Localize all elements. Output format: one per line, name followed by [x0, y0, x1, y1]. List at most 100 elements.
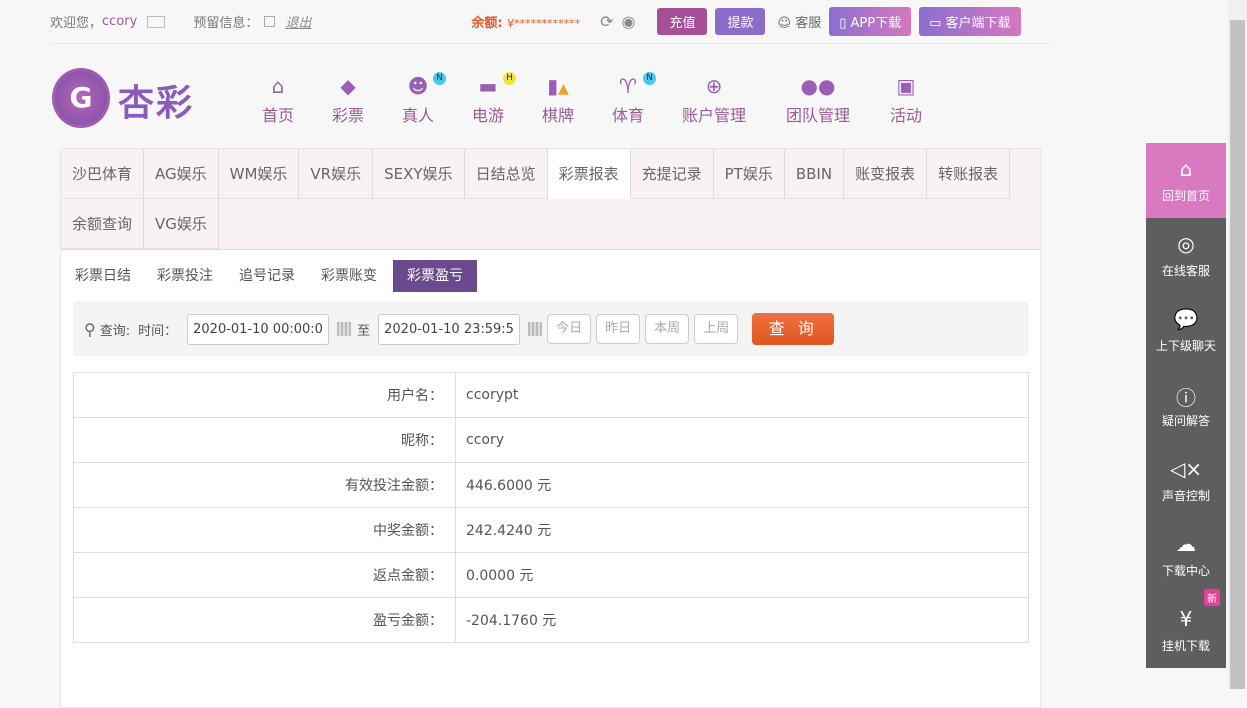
side-online-service[interactable]: ◎ 在线客服 [1146, 218, 1226, 293]
side-chat[interactable]: 💬 上下级聊天 [1146, 293, 1226, 368]
side-faq[interactable]: ⓘ 疑问解答 [1146, 368, 1226, 443]
scrollbar-thumb[interactable] [1230, 20, 1245, 689]
cloud-download-icon: ☁ [1176, 532, 1196, 556]
nav-chess[interactable]: ▮▲ 棋牌 [542, 74, 574, 126]
tab-wm[interactable]: WM娱乐 [218, 149, 300, 199]
start-time-input[interactable] [187, 313, 330, 345]
new-badge: N [643, 72, 657, 85]
profit-loss-table: 用户名： ccorypt 昵称： ccory 有效投注金额： 446.6000 元 中… [73, 372, 1029, 643]
tab-vr[interactable]: VR娱乐 [299, 149, 374, 199]
nav-egame[interactable]: ▬ H 电游 [472, 72, 517, 126]
top-bar: 欢迎您， ccory 预留信息： 退出 余额: ¥************ ⟳ … [50, 0, 1050, 44]
logout-link[interactable]: 退出 [285, 12, 311, 31]
subtab-bets[interactable]: 彩票投注 [147, 260, 223, 292]
withdraw-button[interactable]: 提款 [715, 8, 766, 35]
side-label: 挂机下载 [1161, 639, 1210, 653]
subtab-daily[interactable]: 彩票日结 [65, 260, 141, 292]
today-button[interactable]: 今日 [547, 314, 592, 344]
client-download-label: 客户端下载 [945, 16, 1011, 31]
table-row: 中奖金额： 242.4240 元 [73, 507, 1029, 553]
headset-24-icon: ◎ [1177, 232, 1195, 256]
table-row: 盈亏金额： -204.1760 元 [73, 597, 1029, 643]
balance: 余额: ¥************ [471, 12, 580, 31]
nav-live[interactable]: ☻ N 真人 [402, 72, 447, 126]
query-submit-button[interactable]: 查 询 [752, 313, 835, 345]
scrollbar[interactable] [1228, 0, 1247, 689]
tab-ag[interactable]: AG娱乐 [144, 149, 219, 199]
side-label: 下载中心 [1161, 564, 1210, 578]
nav-sports[interactable]: ♈ N 体育 [612, 72, 657, 126]
logo-emblem[interactable]: G [52, 68, 110, 128]
client-download-button[interactable]: ▭ 客户端下载 [919, 7, 1021, 36]
row-label: 有效投注金额： [73, 462, 456, 508]
row-label: 盈亏金额： [73, 597, 456, 643]
tab-deposit-withdraw[interactable]: 充提记录 [630, 149, 714, 199]
tab-saba-sports[interactable]: 沙巴体育 [61, 149, 145, 199]
row-label: 中奖金额： [73, 507, 456, 553]
balance-label: 余额: [471, 16, 503, 31]
team-icon: ●● [800, 74, 836, 98]
mute-icon: ◁× [1169, 457, 1203, 481]
gamepad-icon: ▬ H [472, 72, 517, 98]
eye-icon[interactable]: ◉ [621, 12, 635, 31]
recharge-button[interactable]: 充值 [657, 8, 708, 35]
nav-label: 彩票 [332, 106, 365, 125]
edit-icon[interactable] [264, 16, 276, 27]
calendar-icon[interactable] [337, 322, 352, 336]
tab-bbin[interactable]: BBIN [784, 149, 845, 199]
subtab-profit-loss[interactable]: 彩票盈亏 [393, 260, 477, 292]
tab-balance-query[interactable]: 余额查询 [61, 199, 145, 249]
nav-label: 体育 [612, 106, 645, 125]
chat-bubble-icon: 💬 [1173, 307, 1199, 331]
side-bot-download[interactable]: 新 ¥ 挂机下载 [1146, 589, 1226, 668]
subtab-chase[interactable]: 追号记录 [229, 260, 305, 292]
search-icon: ⚲ [84, 319, 96, 339]
username[interactable]: ccory [102, 14, 137, 29]
app-download-label: APP下载 [850, 16, 902, 31]
app-download-button[interactable]: ▯ APP下载 [829, 7, 912, 36]
side-toolbar: ⌂ 回到首页 ◎ 在线客服 💬 上下级聊天 ⓘ 疑问解答 ◁× 声音控制 ☁ 下载中心 新 ¥… [1146, 143, 1226, 668]
nav-account[interactable]: ⊕ 账户管理 [682, 74, 746, 126]
yesterday-button[interactable]: 昨日 [596, 314, 641, 344]
row-value: ccorypt [455, 372, 1029, 418]
tab-sexy[interactable]: SEXY娱乐 [373, 149, 465, 199]
side-label: 上下级聊天 [1155, 339, 1216, 353]
tab-daily-overview[interactable]: 日结总览 [464, 149, 548, 199]
side-sound[interactable]: ◁× 声音控制 [1146, 443, 1226, 518]
tab-pt[interactable]: PT娱乐 [713, 149, 785, 199]
nav-team[interactable]: ●● 团队管理 [786, 74, 850, 126]
this-week-button[interactable]: 本周 [645, 314, 690, 344]
service-label: 客服 [795, 16, 822, 31]
new-badge: 新 [1204, 589, 1220, 606]
logo-text[interactable]: 杏彩 [118, 74, 194, 126]
nav-label: 电游 [472, 106, 505, 125]
query-label: 查询: [99, 323, 131, 339]
refresh-icon[interactable]: ⟳ [600, 12, 613, 31]
row-label: 返点金额： [73, 552, 456, 598]
home-icon: ⌂ [271, 74, 285, 98]
yen-icon: ⊕ [705, 74, 723, 98]
sub-tabs: 彩票日结 彩票投注 追号记录 彩票账变 彩票盈亏 [65, 260, 483, 292]
tab-vg[interactable]: VG娱乐 [144, 199, 219, 249]
service-link[interactable]: ☺ 客服 [777, 12, 821, 31]
last-week-button[interactable]: 上周 [694, 314, 739, 344]
side-home[interactable]: ⌂ 回到首页 [1146, 143, 1226, 218]
side-label: 在线客服 [1161, 264, 1210, 278]
trophy-icon: ♈ N [612, 72, 657, 98]
side-download-center[interactable]: ☁ 下载中心 [1146, 518, 1226, 593]
balance-value: ¥************ [507, 17, 581, 30]
tab-transfer[interactable]: 转账报表 [927, 149, 1011, 199]
side-label: 回到首页 [1161, 189, 1210, 203]
tab-account-change[interactable]: 账变报表 [844, 149, 928, 199]
nav-lottery[interactable]: ◆ 彩票 [332, 74, 364, 126]
tab-lottery-report[interactable]: 彩票报表 [547, 149, 631, 199]
nav-label: 团队管理 [786, 106, 851, 125]
subtab-account-change[interactable]: 彩票账变 [311, 260, 387, 292]
row-label: 用户名： [73, 372, 456, 418]
mail-icon[interactable] [147, 15, 166, 28]
side-label: 疑问解答 [1161, 414, 1210, 428]
calendar-icon[interactable] [528, 322, 543, 336]
nav-home[interactable]: ⌂ 首页 [262, 74, 294, 126]
end-time-input[interactable] [378, 313, 521, 345]
nav-activity[interactable]: ▣ 活动 [890, 74, 922, 126]
